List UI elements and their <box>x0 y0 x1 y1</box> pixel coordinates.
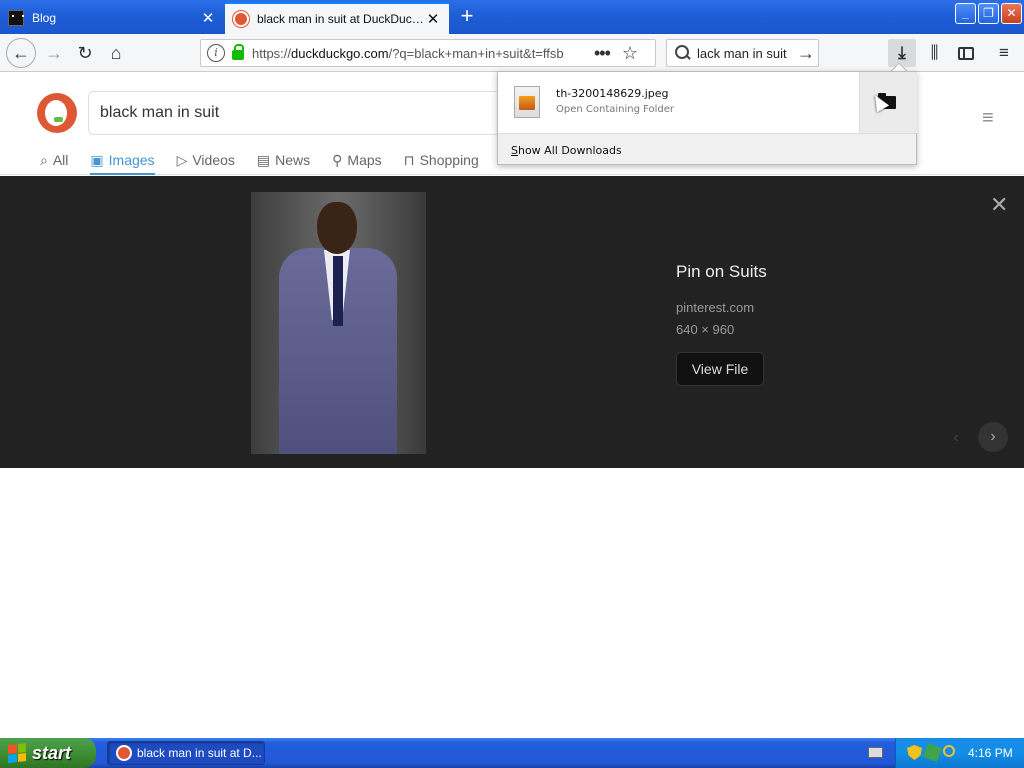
clock[interactable]: 4:16 PM <box>968 746 1013 760</box>
tab-strip: Blog ✕ black man in suit at DuckDuckGo ✕… <box>0 0 1024 34</box>
forward-button[interactable]: → <box>40 39 68 67</box>
search-icon <box>675 45 691 61</box>
image-file-icon <box>514 86 540 118</box>
network-icon[interactable] <box>922 742 943 763</box>
tab-label: All <box>52 152 69 168</box>
shopping-bag-icon: ⊓ <box>403 151 415 168</box>
download-item[interactable]: th-3200148629.jpeg Open Containing Folde… <box>498 72 858 133</box>
ddg-search-input[interactable]: black man in suit <box>88 91 518 135</box>
ddg-search-tabs: ⌕ All ▣ Images ▷ Videos ▤ News ⚲ Maps ⊓ Shoppi… <box>40 147 501 175</box>
mouse-cursor-icon <box>868 91 890 113</box>
ddg-menu-icon[interactable]: ≡ <box>982 107 994 130</box>
close-tab-icon[interactable]: ✕ <box>425 10 441 28</box>
view-file-button[interactable]: View File <box>676 352 764 386</box>
taskbar-item-label: black man in suit at D... <box>137 746 262 760</box>
open-folder-button[interactable] <box>859 72 917 133</box>
windows-flag-icon <box>8 743 26 763</box>
open-menu-button[interactable]: ≡ <box>990 39 1018 67</box>
duckduckgo-logo[interactable] <box>37 93 77 133</box>
tab-label: Videos <box>192 152 235 168</box>
reload-button[interactable]: ↻ <box>71 39 99 67</box>
search-icon: ⌕ <box>40 151 48 168</box>
image-dimensions: 640 × 960 <box>676 322 735 337</box>
download-status: Open Containing Folder <box>556 104 675 115</box>
window-controls: _ ❐ ✕ <box>955 3 1022 24</box>
image-title[interactable]: Pin on Suits <box>676 262 767 282</box>
lock-icon <box>232 44 244 60</box>
tab-label: News <box>275 152 311 168</box>
image-source[interactable]: pinterest.com <box>676 300 754 315</box>
sidebar-icon <box>958 47 974 61</box>
url-text[interactable]: https://duckduckgo.com/?q=black+man+in+s… <box>252 46 582 61</box>
close-detail-icon[interactable]: ✕ <box>990 192 1008 218</box>
news-icon: ▤ <box>256 151 271 168</box>
image-detail-panel: ✕ Pin on Suits pinterest.com 640 × 960 V… <box>0 176 1024 468</box>
play-icon: ▷ <box>176 151 188 168</box>
sidebars-button[interactable] <box>952 39 980 67</box>
back-button[interactable]: ← <box>6 38 36 68</box>
taskbar: start black man in suit at D... 4:16 PM <box>0 738 1024 768</box>
tab-label: Images <box>108 152 155 168</box>
navigation-toolbar: ← → ↻ ⌂ i https://duckduckgo.com/?q=blac… <box>0 34 1024 72</box>
tab-label: Shopping <box>419 152 479 168</box>
duckduckgo-favicon-icon <box>233 11 249 27</box>
search-bar-text[interactable]: lack man in suit <box>697 46 795 61</box>
close-window-button[interactable]: ✕ <box>1001 3 1022 24</box>
page-actions-icon[interactable]: ••• <box>594 43 611 64</box>
tab-label: Maps <box>347 152 382 168</box>
tab-title: black man in suit at DuckDuckGo <box>257 12 425 26</box>
downloads-button[interactable]: ⤓ <box>888 39 916 67</box>
search-bar[interactable]: lack man in suit → <box>666 39 819 67</box>
download-file-name: th-3200148629.jpeg <box>556 87 669 100</box>
keyboard-icon[interactable] <box>868 747 883 758</box>
maximize-button[interactable]: ❐ <box>978 3 999 24</box>
taskbar-item-firefox[interactable]: black man in suit at D... <box>107 741 265 765</box>
new-tab-button[interactable]: + <box>455 4 479 28</box>
map-pin-icon: ⚲ <box>332 151 343 168</box>
downloads-panel: th-3200148629.jpeg Open Containing Folde… <box>497 71 917 165</box>
tab-title: Blog <box>32 11 57 25</box>
tab-blog[interactable]: Blog ✕ <box>0 2 224 34</box>
start-button[interactable]: start <box>0 738 96 768</box>
tab-maps[interactable]: ⚲ Maps <box>332 147 382 175</box>
tab-duckduckgo[interactable]: black man in suit at DuckDuckGo ✕ <box>225 2 449 34</box>
bookmark-star-icon[interactable]: ☆ <box>622 43 638 64</box>
tab-videos[interactable]: ▷ Videos <box>177 147 235 175</box>
library-button[interactable]: ⫼ <box>920 39 948 67</box>
duckduckgo-favicon-icon <box>116 745 132 761</box>
url-path: /?q=black+man+in+suit&t=ffsb <box>388 45 564 61</box>
photo-head-shape <box>317 202 357 254</box>
previous-image-icon[interactable]: ‹ <box>944 426 968 450</box>
blog-favicon-icon <box>8 10 24 26</box>
system-tray: 4:16 PM <box>895 738 1024 768</box>
downloads-footer[interactable]: Show All Downloads <box>498 133 916 164</box>
url-bar[interactable]: i https://duckduckgo.com/?q=black+man+in… <box>200 39 656 67</box>
site-info-icon[interactable]: i <box>207 44 225 62</box>
security-shield-icon[interactable] <box>907 745 922 760</box>
tab-all[interactable]: ⌕ All <box>40 147 68 175</box>
close-tab-icon[interactable]: ✕ <box>200 9 216 27</box>
search-tray-icon[interactable] <box>943 745 955 757</box>
tab-news[interactable]: ▤ News <box>257 147 310 175</box>
home-button[interactable]: ⌂ <box>102 39 130 67</box>
image-icon: ▣ <box>90 151 104 168</box>
url-prefix: https:// <box>252 45 292 61</box>
search-go-icon[interactable]: → <box>797 43 815 64</box>
show-all-downloads-link[interactable]: Show All Downloads <box>511 144 622 157</box>
start-label: start <box>32 742 72 763</box>
minimize-button[interactable]: _ <box>955 3 976 24</box>
selected-image[interactable] <box>251 192 426 454</box>
tab-shopping[interactable]: ⊓ Shopping <box>404 147 479 175</box>
next-image-icon[interactable]: › <box>978 422 1008 452</box>
tab-images[interactable]: ▣ Images <box>90 147 155 175</box>
url-host: duckduckgo.com <box>291 45 389 61</box>
photo-tie-shape <box>333 256 343 326</box>
